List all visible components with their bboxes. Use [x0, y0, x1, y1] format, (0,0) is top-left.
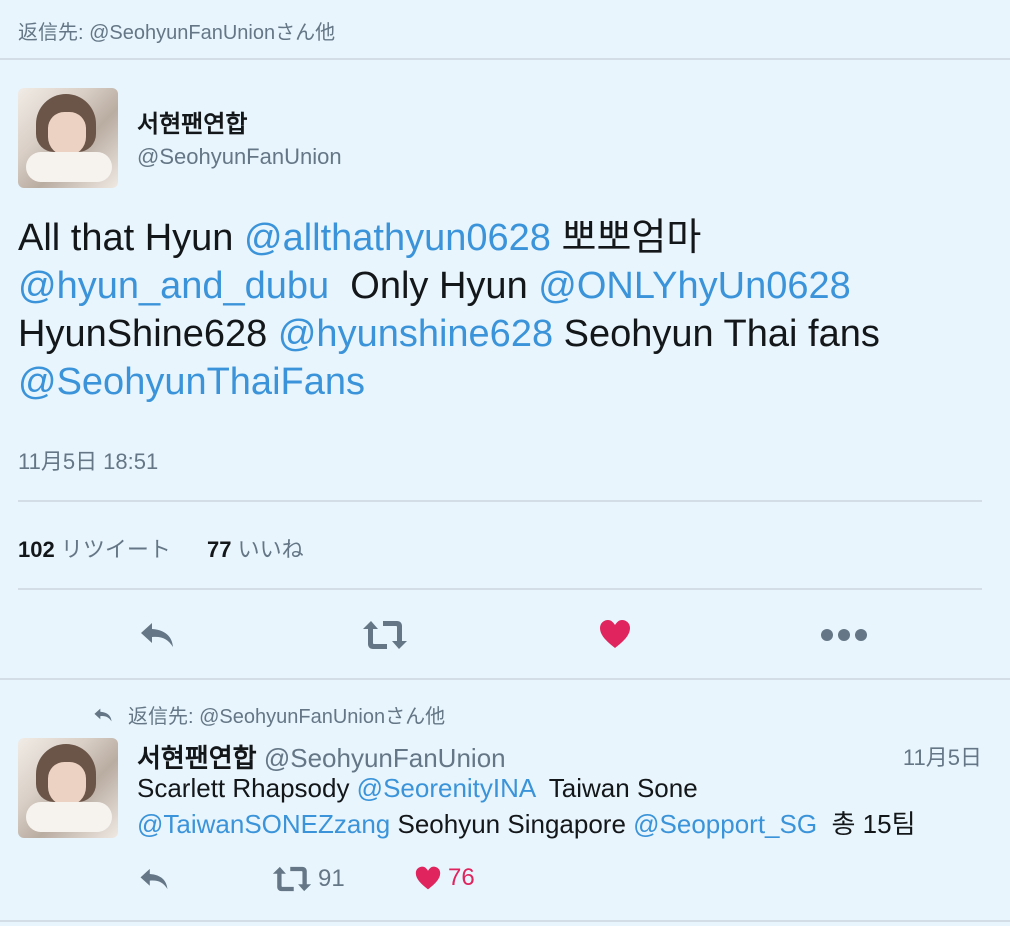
mention-link[interactable]: @hyunshine628: [278, 313, 553, 355]
author-name[interactable]: 서현팬연합: [137, 104, 247, 139]
tweet-date[interactable]: 11月5日: [903, 740, 982, 772]
mention-link[interactable]: @SeorenityINA: [357, 773, 535, 803]
text-segment: Seohyun Thai fans: [553, 313, 880, 355]
mention-link[interactable]: @hyun_and_dubu: [18, 265, 329, 307]
reply-context[interactable]: 返信先: @SeohyunFanUnionさん他: [18, 16, 335, 45]
reply-context-label: 返信先: @SeohyunFanUnionさん他: [128, 706, 446, 728]
text-segment: Scarlett Rhapsody: [137, 773, 357, 803]
divider: [0, 58, 1010, 60]
reply-icon: [141, 623, 173, 647]
text-segment: Only Hyun: [329, 265, 539, 307]
author-handle[interactable]: @SeohyunFanUnion: [264, 743, 506, 773]
like-button[interactable]: [598, 618, 632, 650]
divider: [0, 920, 1010, 922]
text-segment: 총 15팀: [817, 809, 916, 839]
mention-link[interactable]: @allthathyun0628: [244, 217, 551, 259]
retweet-count: 91: [318, 865, 345, 892]
author-handle[interactable]: @SeohyunFanUnion: [137, 144, 342, 170]
heart-icon: [600, 620, 630, 648]
mention-link[interactable]: @TaiwanSONEZzang: [137, 809, 390, 839]
like-button[interactable]: 76: [414, 864, 475, 892]
reply-button[interactable]: [138, 620, 176, 650]
text-segment: Seohyun Singapore: [390, 809, 634, 839]
avatar[interactable]: [18, 88, 118, 188]
tweet-text: Scarlett Rhapsody @SeorenityINA Taiwan S…: [137, 770, 997, 842]
retweet-stat-label: リツイート: [60, 537, 171, 562]
text-segment: All that Hyun: [18, 217, 244, 259]
reply-context[interactable]: 返信先: @SeohyunFanUnionさん他: [92, 700, 445, 729]
tweet-text: All that Hyun @allthathyun0628 뽀뽀엄마 @hyu…: [18, 214, 993, 406]
tweet-stats: 102 リツイート 77 いいね: [18, 532, 334, 564]
like-stat[interactable]: 77 いいね: [207, 537, 304, 562]
divider: [18, 500, 982, 502]
more-button[interactable]: [820, 627, 868, 643]
like-count: 77: [206, 537, 232, 562]
reply-icon: [94, 708, 112, 721]
text-segment: Taiwan Sone: [534, 773, 698, 803]
tweet-timestamp[interactable]: 11月5日 18:51: [18, 444, 158, 476]
like-count: 76: [448, 864, 475, 891]
mention-link[interactable]: @ONLYhyUn0628: [538, 265, 850, 307]
like-stat-label: いいね: [237, 537, 304, 562]
divider: [0, 678, 1010, 680]
text-segment: 뽀뽀엄마: [550, 217, 702, 259]
mention-link[interactable]: @Seopport_SG: [633, 809, 817, 839]
reply-icon: [140, 868, 168, 890]
author-name[interactable]: 서현팬연합: [137, 743, 257, 773]
retweet-stat[interactable]: 102 リツイート: [18, 537, 171, 562]
divider: [18, 588, 982, 590]
reply-button[interactable]: [138, 866, 170, 892]
retweet-count: 102: [18, 537, 55, 562]
text-segment: HyunShine628: [18, 313, 278, 355]
mention-link[interactable]: @SeohyunThaiFans: [18, 361, 365, 403]
retweet-icon: [272, 866, 312, 892]
retweet-button[interactable]: [362, 618, 408, 652]
more-icon: [821, 629, 867, 641]
avatar[interactable]: [18, 738, 118, 838]
heart-icon: [415, 866, 441, 890]
retweet-button[interactable]: 91: [272, 864, 345, 894]
retweet-icon: [363, 621, 407, 649]
